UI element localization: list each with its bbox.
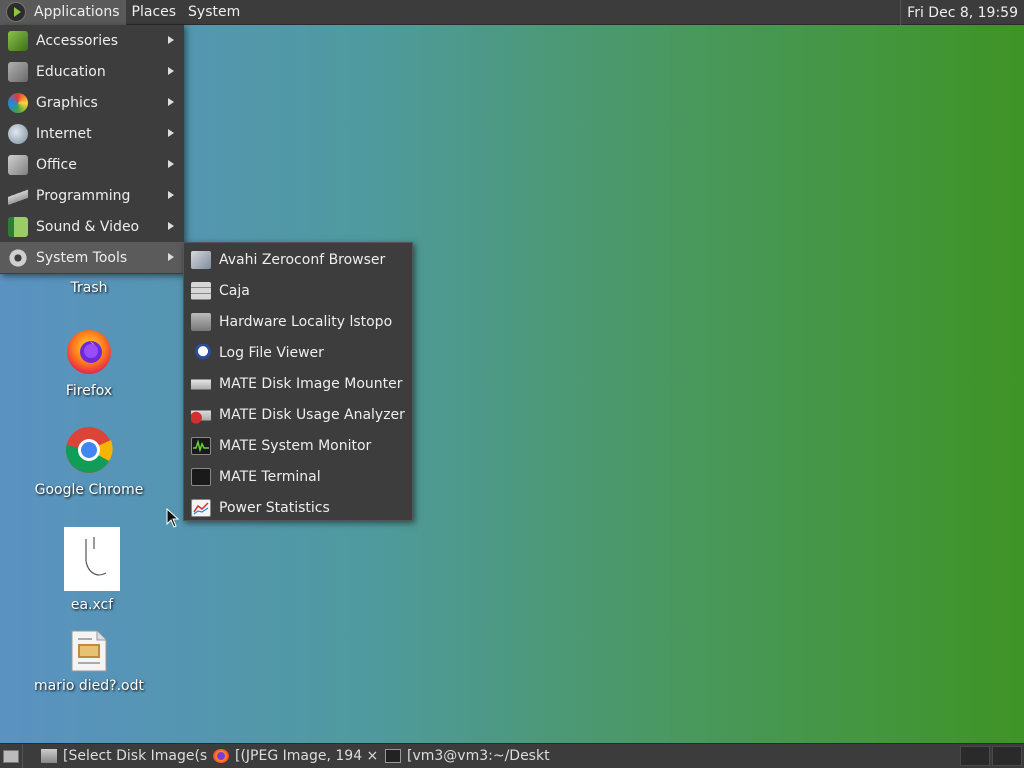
- desktop-icon-label: ea.xcf: [70, 597, 114, 613]
- accessories-icon: [8, 30, 28, 51]
- submenu-item-label: MATE Terminal: [219, 468, 321, 485]
- graphics-icon: [8, 92, 28, 113]
- submenu-item-power-stats[interactable]: Power Statistics: [184, 492, 412, 523]
- submenu-arrow-icon: [168, 98, 174, 106]
- submenu-item-terminal[interactable]: MATE Terminal: [184, 461, 412, 492]
- system-tools-icon: [8, 247, 28, 268]
- submenu-item-caja[interactable]: Caja: [184, 275, 412, 306]
- programming-icon: [8, 185, 28, 206]
- desktop-icon-mario-odt[interactable]: mario died?.odt: [29, 630, 149, 694]
- submenu-item-log-viewer[interactable]: Log File Viewer: [184, 337, 412, 368]
- places-menu-button[interactable]: Places: [126, 0, 183, 25]
- desktop-icon-ea-xcf[interactable]: ea.xcf: [32, 527, 152, 613]
- submenu-arrow-icon: [168, 191, 174, 199]
- menu-item-office[interactable]: Office: [0, 149, 184, 180]
- submenu-item-label: Avahi Zeroconf Browser: [219, 251, 386, 268]
- desktop-icon-label: Google Chrome: [34, 482, 144, 498]
- menu-item-label: Programming: [36, 187, 131, 204]
- applications-label: Applications: [34, 4, 120, 20]
- menu-item-internet[interactable]: Internet: [0, 118, 184, 149]
- menu-item-sound-video[interactable]: Sound & Video: [0, 211, 184, 242]
- internet-icon: [8, 123, 28, 144]
- taskbar-item-label: [Select Disk Image(s...: [63, 748, 207, 764]
- sound-video-icon: [8, 216, 28, 237]
- caja-icon: [191, 281, 211, 300]
- applications-menu: Accessories Education Graphics Internet …: [0, 25, 184, 274]
- education-icon: [8, 61, 28, 82]
- disk-image-window-icon: [41, 749, 57, 763]
- office-icon: [8, 154, 28, 175]
- system-menu-button[interactable]: System: [182, 0, 246, 25]
- menu-item-label: Office: [36, 156, 77, 173]
- submenu-item-label: Power Statistics: [219, 499, 330, 516]
- firefox-window-icon: [213, 749, 229, 763]
- taskbar-item-label: [vm3@vm3:~/Deskt...: [407, 748, 551, 764]
- odt-document-icon: [71, 630, 107, 672]
- submenu-item-avahi[interactable]: Avahi Zeroconf Browser: [184, 244, 412, 275]
- menu-item-graphics[interactable]: Graphics: [0, 87, 184, 118]
- power-stats-icon: [191, 498, 211, 517]
- terminal-window-icon: [385, 749, 401, 763]
- submenu-arrow-icon: [168, 160, 174, 168]
- chrome-icon: [65, 427, 113, 473]
- submenu-item-label: Log File Viewer: [219, 344, 324, 361]
- menu-item-label: System Tools: [36, 249, 128, 266]
- menu-item-label: Education: [36, 63, 106, 80]
- taskbar-item-jpeg-image[interactable]: [(JPEG Image, 194 ×...: [207, 744, 379, 768]
- disk-usage-icon: [191, 405, 211, 424]
- workspace-1[interactable]: [960, 746, 990, 766]
- xcf-thumbnail-icon: [64, 527, 120, 591]
- places-label: Places: [131, 4, 177, 20]
- submenu-item-disk-usage[interactable]: MATE Disk Usage Analyzer: [184, 399, 412, 430]
- clock[interactable]: Fri Dec 8, 19:59: [900, 0, 1024, 25]
- submenu-item-label: MATE Disk Image Mounter: [219, 375, 403, 392]
- disk-mounter-icon: [191, 374, 211, 393]
- desktop-icon-trash[interactable]: Trash: [29, 276, 149, 296]
- workspace-2[interactable]: [992, 746, 1022, 766]
- taskbar-item-terminal[interactable]: [vm3@vm3:~/Deskt...: [379, 744, 551, 768]
- desktop-icon-label: Trash: [70, 280, 108, 296]
- desktop-icon-chrome[interactable]: Google Chrome: [29, 426, 149, 498]
- submenu-item-label: Hardware Locality lstopo: [219, 313, 393, 330]
- submenu-item-lstopo[interactable]: Hardware Locality lstopo: [184, 306, 412, 337]
- firefox-icon: [67, 330, 111, 374]
- submenu-item-label: Caja: [219, 282, 250, 299]
- submenu-arrow-icon: [168, 129, 174, 137]
- desktop-icon-firefox[interactable]: Firefox: [29, 325, 149, 399]
- menu-item-accessories[interactable]: Accessories: [0, 25, 184, 56]
- taskbar-item-disk-image[interactable]: [Select Disk Image(s...: [35, 744, 207, 768]
- menu-item-label: Sound & Video: [36, 218, 140, 235]
- mate-logo-icon: [6, 2, 26, 22]
- avahi-icon: [191, 250, 211, 269]
- log-viewer-icon: [191, 343, 211, 362]
- show-desktop-button[interactable]: [0, 744, 23, 768]
- submenu-arrow-icon: [168, 253, 174, 261]
- submenu-item-disk-mounter[interactable]: MATE Disk Image Mounter: [184, 368, 412, 399]
- mouse-pointer-icon: [166, 508, 180, 528]
- menu-item-system-tools[interactable]: System Tools: [0, 242, 184, 273]
- menu-item-label: Accessories: [36, 32, 119, 49]
- show-desktop-icon: [3, 749, 19, 763]
- submenu-arrow-icon: [168, 67, 174, 75]
- desktop-icon-label: mario died?.odt: [34, 678, 144, 694]
- terminal-icon: [191, 467, 211, 486]
- lstopo-icon: [191, 312, 211, 331]
- system-label: System: [188, 4, 241, 20]
- submenu-item-system-monitor[interactable]: MATE System Monitor: [184, 430, 412, 461]
- menu-item-programming[interactable]: Programming: [0, 180, 184, 211]
- desktop-icon-label: Firefox: [65, 383, 113, 399]
- bottom-panel: [Select Disk Image(s... [(JPEG Image, 19…: [0, 743, 1024, 768]
- submenu-arrow-icon: [168, 222, 174, 230]
- menu-item-label: Internet: [36, 125, 92, 142]
- taskbar-item-label: [(JPEG Image, 194 ×...: [235, 748, 379, 764]
- menu-item-label: Graphics: [36, 94, 98, 111]
- applications-menu-button[interactable]: Applications: [0, 0, 126, 25]
- system-tools-submenu: Avahi Zeroconf Browser Caja Hardware Loc…: [183, 242, 413, 521]
- submenu-item-label: MATE Disk Usage Analyzer: [219, 406, 405, 423]
- system-monitor-icon: [191, 436, 211, 455]
- top-panel: Applications Places System Fri Dec 8, 19…: [0, 0, 1024, 25]
- menu-item-education[interactable]: Education: [0, 56, 184, 87]
- submenu-item-label: MATE System Monitor: [219, 437, 372, 454]
- submenu-arrow-icon: [168, 36, 174, 44]
